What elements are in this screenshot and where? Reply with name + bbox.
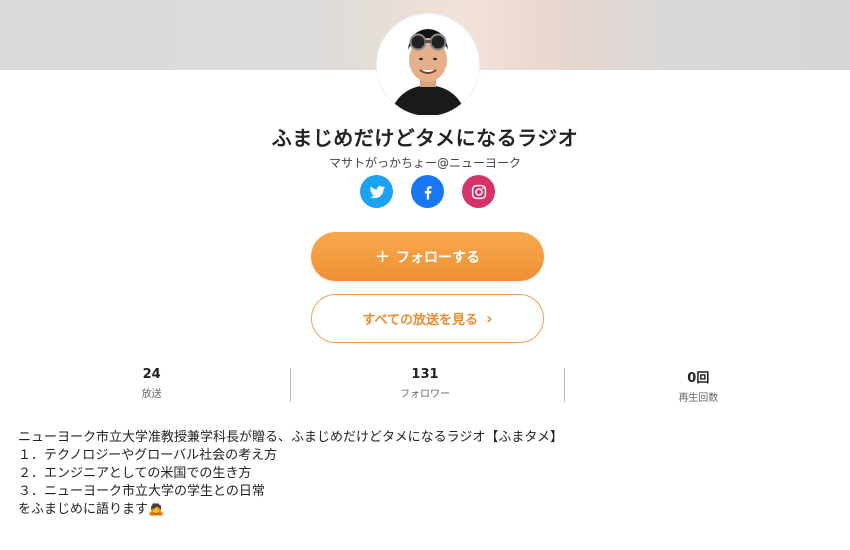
stat-broadcasts[interactable]: 24 放送 [15, 367, 288, 403]
stat-value: 24 [142, 367, 161, 382]
stat-label: 再生回数 [678, 393, 719, 404]
description-line: １．テクノロジーやグローバル社会の考え方 [18, 448, 278, 463]
follow-button[interactable]: + フォローする [311, 232, 544, 281]
stat-value: 0回 [687, 371, 710, 386]
stats-divider [564, 368, 565, 402]
description-line: をふまじめに語ります🙇 [18, 502, 165, 517]
stat-plays: 0回 再生回数 [562, 367, 835, 404]
stat-label: フォロワー [399, 389, 450, 400]
stats-divider [290, 368, 291, 402]
twitter-icon [369, 185, 385, 198]
social-links [360, 175, 495, 209]
all-broadcasts-label: すべての放送を見る [362, 313, 478, 328]
avatar [377, 14, 479, 116]
chevron-right-icon: › [485, 308, 493, 328]
avatar-photo [378, 15, 478, 115]
channel-description: ニューヨーク市立大学准教授兼学科長が贈る、ふまじめだけどタメになるラジオ【ふまタ… [18, 429, 838, 519]
facebook-button[interactable] [411, 175, 444, 208]
plus-icon: + [374, 245, 391, 267]
channel-stats: 24 放送 131 フォロワー 0回 再生回数 [15, 367, 835, 404]
follow-button-label: フォローする [396, 249, 481, 266]
instagram-icon [471, 184, 486, 199]
all-broadcasts-button[interactable]: すべての放送を見る › [311, 294, 544, 343]
instagram-button[interactable] [462, 175, 495, 208]
description-line: ３．ニューヨーク市立大学の学生との日常 [18, 484, 265, 499]
description-line: ニューヨーク市立大学准教授兼学科長が贈る、ふまじめだけどタメになるラジオ【ふまタ… [18, 430, 563, 445]
description-line: ２．エンジニアとしての米国での生き方 [18, 466, 252, 481]
stat-followers[interactable]: 131 フォロワー [288, 367, 561, 403]
stat-label: 放送 [141, 389, 162, 400]
twitter-button[interactable] [360, 175, 393, 208]
stat-value: 131 [411, 367, 439, 382]
channel-author[interactable]: マサトがっかちょー@ニューヨーク [0, 154, 850, 171]
channel-title: ふまじめだけどタメになるラジオ [271, 126, 579, 150]
facebook-icon [424, 185, 432, 199]
